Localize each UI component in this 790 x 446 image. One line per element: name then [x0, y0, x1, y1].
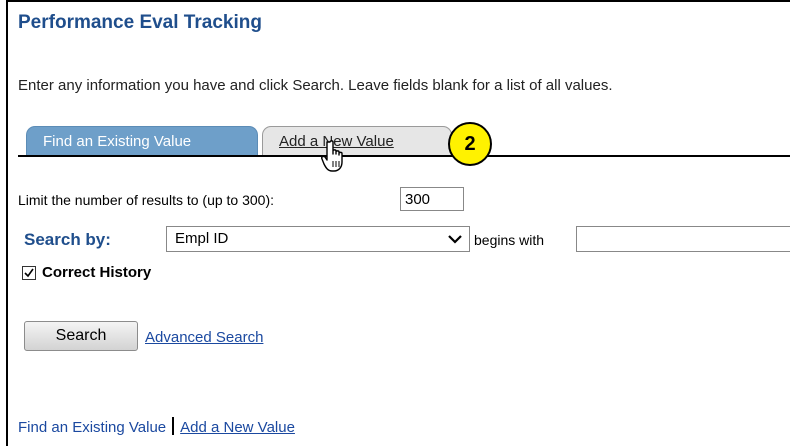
chevron-down-icon [448, 235, 462, 244]
hand-pointer-icon [321, 140, 343, 172]
search-by-dropdown[interactable]: Empl ID [166, 226, 470, 252]
page-frame: Performance Eval Tracking Enter any info… [6, 0, 790, 446]
footer-add-new-link[interactable]: Add a New Value [180, 419, 295, 436]
search-button[interactable]: Search [24, 321, 138, 351]
correct-history-label: Correct History [42, 264, 152, 281]
limit-results-input[interactable] [400, 187, 464, 211]
search-by-label: Search by: [24, 230, 111, 249]
tab-find-existing-value[interactable]: Find an Existing Value [26, 126, 258, 156]
checkmark-icon [24, 268, 34, 278]
footer-find-existing-link[interactable]: Find an Existing Value [18, 419, 166, 436]
footer-links: Find an Existing Value Add a New Value [18, 417, 295, 436]
advanced-search-link[interactable]: Advanced Search [145, 329, 263, 346]
search-value-input[interactable] [576, 226, 790, 252]
instructions-text: Enter any information you have and click… [18, 77, 613, 94]
search-by-selected-value: Empl ID [175, 230, 229, 247]
footer-separator [172, 417, 175, 435]
step-callout-badge: 2 [448, 122, 492, 166]
page-title: Performance Eval Tracking [18, 12, 262, 33]
correct-history-checkbox[interactable] [22, 266, 36, 280]
tab-add-new-value[interactable]: Add a New Value [262, 126, 452, 156]
tab-divider [18, 155, 790, 157]
limit-results-label: Limit the number of results to (up to 30… [18, 192, 275, 208]
operator-label: begins with [474, 232, 545, 248]
